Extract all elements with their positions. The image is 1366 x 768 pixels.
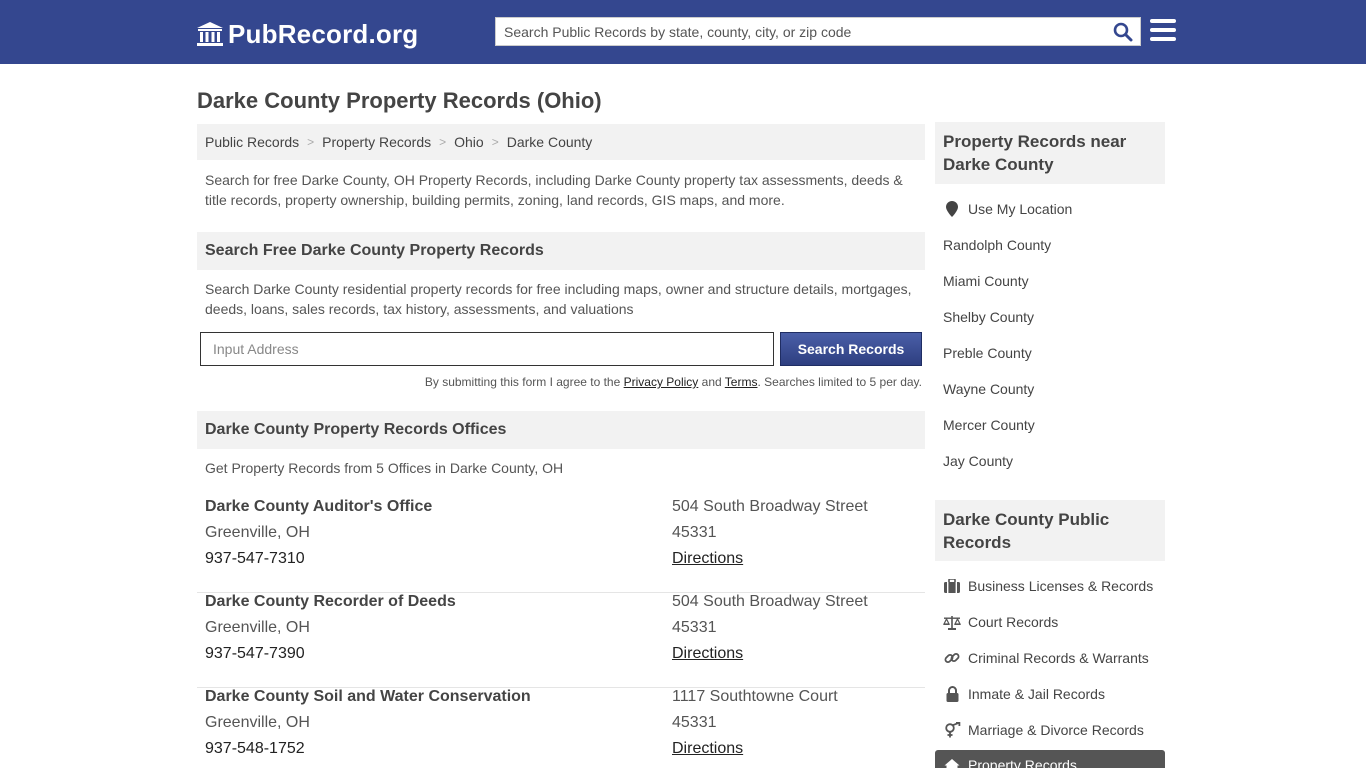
search-icon[interactable] — [1106, 18, 1140, 45]
county-public-records-title: Darke County Public Records — [935, 500, 1165, 561]
intro-text: Search for free Darke County, OH Propert… — [205, 172, 903, 208]
breadcrumb-separator: > — [491, 135, 499, 149]
office-city: Greenville, OH — [205, 714, 310, 731]
office-phone[interactable]: 937-547-7390 — [205, 645, 305, 663]
nearby-county-link[interactable]: Shelby County — [943, 309, 1034, 325]
nearby-county-link[interactable]: Wayne County — [943, 381, 1034, 397]
office-street: 1117 Southtowne Court — [672, 688, 838, 705]
breadcrumb-separator: > — [439, 135, 447, 149]
offices-section-title: Darke County Property Records Offices — [197, 411, 925, 449]
breadcrumb-separator: > — [307, 135, 315, 149]
office-name: Darke County Soil and Water Conservation — [205, 688, 531, 705]
directions-link[interactable]: Directions — [672, 550, 743, 568]
breadcrumb: Public Records > Property Records > Ohio… — [197, 124, 925, 160]
gender-icon — [943, 722, 961, 738]
marriage-records-link[interactable]: Marriage & Divorce Records — [943, 722, 1144, 738]
terms-link[interactable]: Terms — [725, 375, 758, 389]
nearby-records-title: Property Records near Darke County — [935, 122, 1165, 184]
office-zip: 45331 — [672, 714, 717, 731]
business-licenses-link[interactable]: Business Licenses & Records — [943, 578, 1153, 594]
home-icon — [943, 758, 961, 768]
courthouse-icon — [197, 22, 223, 46]
form-disclaimer: By submitting this form I agree to the P… — [424, 375, 922, 389]
map-pin-icon — [943, 201, 961, 217]
criminal-records-link[interactable]: Criminal Records & Warrants — [943, 650, 1149, 666]
nearby-county-link[interactable]: Randolph County — [943, 237, 1051, 253]
breadcrumb-public-records[interactable]: Public Records — [205, 134, 299, 150]
breadcrumb-property-records[interactable]: Property Records — [322, 134, 431, 150]
office-card: Darke County Auditor's Office Greenville… — [197, 498, 925, 593]
lock-icon — [943, 686, 961, 702]
inmate-records-link[interactable]: Inmate & Jail Records — [943, 686, 1105, 702]
office-name: Darke County Recorder of Deeds — [205, 593, 456, 610]
directions-link[interactable]: Directions — [672, 645, 743, 663]
search-section-title: Search Free Darke County Property Record… — [197, 232, 925, 270]
briefcase-icon — [943, 579, 961, 593]
site-search-input[interactable] — [496, 18, 1106, 45]
site-search-bar — [495, 17, 1141, 46]
directions-link[interactable]: Directions — [672, 740, 743, 758]
office-city: Greenville, OH — [205, 619, 310, 636]
office-phone[interactable]: 937-547-7310 — [205, 550, 305, 568]
search-section-description: Search Darke County residential property… — [205, 281, 912, 317]
logo-text: PubRecord.org — [228, 18, 419, 49]
address-input[interactable] — [200, 332, 774, 366]
use-my-location-link[interactable]: Use My Location — [943, 201, 1072, 217]
scales-icon — [943, 615, 961, 630]
search-records-button[interactable]: Search Records — [780, 332, 922, 366]
nearby-county-link[interactable]: Preble County — [943, 345, 1032, 361]
breadcrumb-darke-county[interactable]: Darke County — [507, 134, 593, 150]
nearby-county-link[interactable]: Miami County — [943, 273, 1029, 289]
breadcrumb-ohio[interactable]: Ohio — [454, 134, 484, 150]
site-header: PubRecord.org — [0, 0, 1366, 64]
site-logo[interactable]: PubRecord.org — [196, 18, 418, 50]
link-icon — [943, 650, 961, 666]
nearby-county-link[interactable]: Jay County — [943, 453, 1013, 469]
office-zip: 45331 — [672, 619, 717, 636]
office-phone[interactable]: 937-548-1752 — [205, 740, 305, 758]
office-city: Greenville, OH — [205, 524, 310, 541]
office-name: Darke County Auditor's Office — [205, 498, 433, 515]
menu-icon[interactable] — [1150, 19, 1176, 43]
page-title: Darke County Property Records (Ohio) — [197, 88, 602, 113]
office-zip: 45331 — [672, 524, 717, 541]
court-records-link[interactable]: Court Records — [943, 614, 1058, 630]
nearby-county-link[interactable]: Mercer County — [943, 417, 1035, 433]
offices-section-description: Get Property Records from 5 Offices in D… — [205, 460, 564, 476]
office-street: 504 South Broadway Street — [672, 498, 868, 515]
privacy-policy-link[interactable]: Privacy Policy — [624, 375, 699, 389]
office-street: 504 South Broadway Street — [672, 593, 868, 610]
office-card: Darke County Recorder of Deeds Greenvill… — [197, 593, 925, 688]
office-card: Darke County Soil and Water Conservation… — [197, 688, 925, 768]
property-records-link-active[interactable]: Property Records — [935, 750, 1165, 768]
